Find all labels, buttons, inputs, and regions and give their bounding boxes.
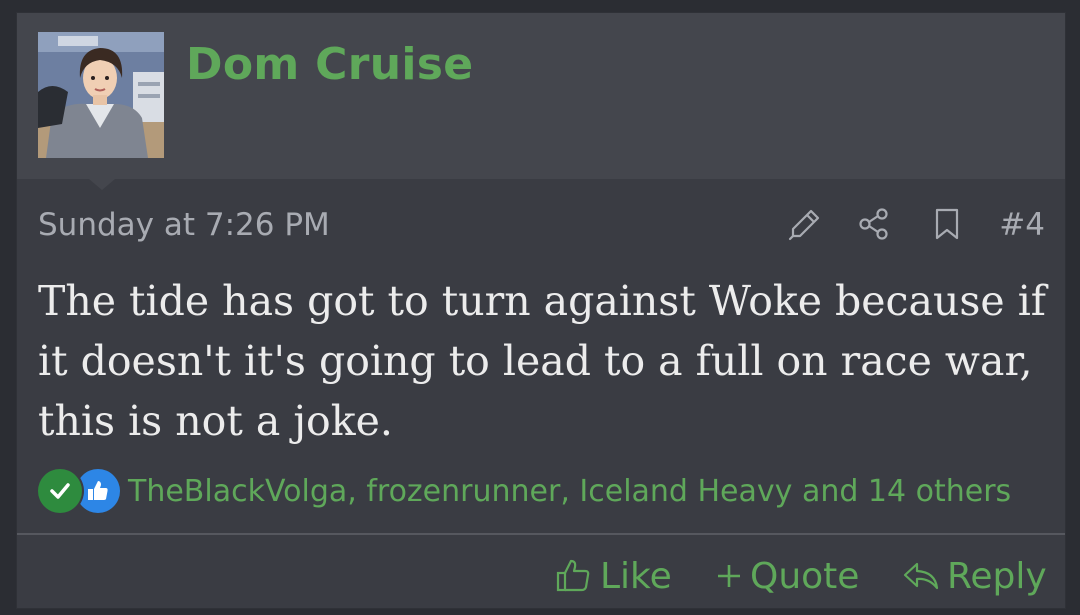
like-reaction-badge xyxy=(76,469,120,513)
checkmark-icon xyxy=(50,483,70,499)
plus-icon xyxy=(714,561,744,591)
reply-label: Reply xyxy=(947,555,1047,597)
bookmark-button[interactable] xyxy=(927,204,967,244)
reply-arrow-icon xyxy=(901,556,941,596)
share-button[interactable] xyxy=(854,204,894,244)
avatar-image xyxy=(38,32,164,158)
username[interactable]: Dom Cruise xyxy=(186,39,473,90)
reactions-bar[interactable]: TheBlackVolga, frozenrunner, Iceland Hea… xyxy=(38,468,1011,514)
reply-button[interactable]: Reply xyxy=(901,553,1047,599)
reactions-summary[interactable]: TheBlackVolga, frozenrunner, Iceland Hea… xyxy=(128,474,1011,509)
pencil-icon xyxy=(788,209,820,241)
like-label: Like xyxy=(600,555,672,597)
share-icon xyxy=(859,208,888,240)
footer-divider xyxy=(17,533,1065,535)
post-message: The tide has got to turn against Woke be… xyxy=(38,277,1046,445)
bookmark-icon xyxy=(935,208,959,240)
thumbs-up-outline-icon xyxy=(554,556,594,596)
header-notch xyxy=(89,179,115,190)
quote-button[interactable]: Quote xyxy=(714,553,859,599)
avatar[interactable] xyxy=(38,32,164,158)
reaction-icons xyxy=(38,468,124,514)
post-timestamp[interactable]: Sunday at 7:26 PM xyxy=(38,207,330,243)
edit-button[interactable] xyxy=(785,204,825,244)
post-header: Dom Cruise xyxy=(17,13,1065,179)
like-button[interactable]: Like xyxy=(554,553,672,599)
agree-reaction-badge xyxy=(38,469,82,513)
post-number-link[interactable]: #4 xyxy=(999,207,1045,243)
quote-label: Quote xyxy=(750,555,860,597)
forum-post: Dom Cruise Sunday at 7:26 PM #4 The tide… xyxy=(16,12,1066,609)
thumbs-up-icon xyxy=(88,481,108,500)
